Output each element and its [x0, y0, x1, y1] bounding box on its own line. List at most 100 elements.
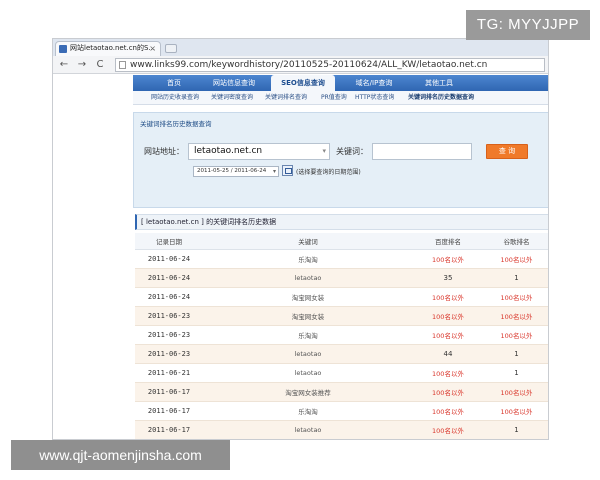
cell-baidu-rank: 100名以外: [413, 249, 483, 269]
column-header-keyword: 关键词: [203, 233, 413, 250]
cell-baidu-rank: 100名以外: [413, 401, 483, 421]
table-row: 2011-06-17 淘宝网女装推荐 100名以外 100名以外: [135, 382, 548, 402]
cell-keyword: letaotao: [203, 420, 413, 439]
tab-title: 网站letaotao.net.cn的S...: [70, 44, 156, 52]
cell-baidu-rank: 44: [413, 344, 483, 364]
date-range-select[interactable]: 2011-05-25 / 2011-06-24 ▾: [193, 166, 279, 177]
cell-date: 2011-06-17: [135, 382, 203, 402]
cell-date: 2011-06-23: [135, 306, 203, 326]
cell-date: 2011-06-17: [135, 420, 203, 439]
cell-keyword: 乐淘淘: [203, 249, 413, 269]
cell-keyword: letaotao: [203, 344, 413, 364]
cell-google-rank: 1: [483, 420, 548, 439]
favicon-icon: [59, 45, 67, 53]
cell-baidu-rank: 100名以外: [413, 325, 483, 345]
site-nav: 首页 网站信息查询 SEO信息查询 域名/IP查询 其他工具: [133, 75, 548, 91]
address-url: www.links99.com/keywordhistory/20110525-…: [130, 60, 488, 70]
address-bar[interactable]: www.links99.com/keywordhistory/20110525-…: [115, 58, 545, 72]
cell-baidu-rank: 100名以外: [413, 382, 483, 402]
cell-baidu-rank: 100名以外: [413, 306, 483, 326]
cell-google-rank: 100名以外: [483, 306, 548, 326]
column-header-date: 记录日期: [135, 233, 203, 250]
calendar-icon[interactable]: [282, 165, 293, 176]
cell-google-rank: 100名以外: [483, 382, 548, 402]
dropdown-arrow-icon: ▾: [322, 147, 326, 155]
column-header-baidu-rank: 百度排名: [413, 233, 483, 250]
back-arrow-icon[interactable]: ←: [57, 57, 71, 73]
watermark-top: TG: MYYJJPP: [466, 10, 590, 40]
site-label: 网站地址：: [144, 147, 184, 156]
subnav-item-rank-history[interactable]: 关键词排名历史数据查询: [408, 91, 474, 105]
cell-google-rank: 1: [483, 363, 548, 383]
site-input-value: letaotao.net.cn: [194, 146, 263, 156]
cell-google-rank: 100名以外: [483, 249, 548, 269]
results-title: [ letaotao.net.cn ] 的关键词排名历史数据: [135, 214, 548, 230]
cell-date: 2011-06-24: [135, 268, 203, 288]
table-row: 2011-06-24 letaotao 35 1: [135, 268, 548, 288]
table-row: 2011-06-23 淘宝网女装 100名以外 100名以外: [135, 306, 548, 326]
results-table: 记录日期 关键词 百度排名 谷歌排名 2011-06-24 乐淘淘 100名以外…: [135, 233, 548, 439]
subnav-item-http-status[interactable]: HTTP状态查询: [355, 91, 394, 105]
tab-bar: 网站letaotao.net.cn的S... ×: [53, 39, 548, 56]
cell-keyword: 乐淘淘: [203, 401, 413, 421]
keyword-label: 关键词：: [336, 147, 368, 156]
nav-item-site-info[interactable]: 网站信息查询: [201, 75, 267, 91]
panel-title: 关键词排名历史数据查询: [140, 120, 212, 128]
browser-tab[interactable]: 网站letaotao.net.cn的S... ×: [55, 41, 161, 56]
cell-google-rank: 1: [483, 268, 548, 288]
cell-keyword: 淘宝网女装: [203, 306, 413, 326]
cell-google-rank: 100名以外: [483, 401, 548, 421]
browser-toolbar: ← → C www.links99.com/keywordhistory/201…: [53, 56, 548, 74]
table-row: 2011-06-17 乐淘淘 100名以外 100名以外: [135, 401, 548, 421]
watermark-bottom: www.qjt-aomenjinsha.com: [11, 440, 230, 470]
reload-icon[interactable]: C: [93, 57, 107, 73]
subnav-item-pr[interactable]: PR值查询: [321, 91, 347, 105]
nav-item-other-tools[interactable]: 其他工具: [413, 75, 465, 91]
date-range-value: 2011-05-25 / 2011-06-24: [197, 168, 267, 174]
sub-nav: 网站历史收录查询 关键词密度查询 关键词排名查询 PR值查询 HTTP状态查询 …: [133, 91, 548, 105]
cell-keyword: letaotao: [203, 363, 413, 383]
nav-item-home[interactable]: 首页: [151, 75, 197, 91]
cell-keyword: 乐淘淘: [203, 325, 413, 345]
cell-google-rank: 100名以外: [483, 325, 548, 345]
table-row: 2011-06-24 淘宝网女装 100名以外 100名以外: [135, 287, 548, 307]
site-input[interactable]: letaotao.net.cn ▾: [188, 143, 330, 160]
forward-arrow-icon[interactable]: →: [75, 57, 89, 73]
table-row: 2011-06-23 乐淘淘 100名以外 100名以外: [135, 325, 548, 345]
cell-baidu-rank: 100名以外: [413, 363, 483, 383]
cell-google-rank: 100名以外: [483, 287, 548, 307]
cell-date: 2011-06-24: [135, 249, 203, 269]
column-header-google-rank: 谷歌排名: [483, 233, 548, 250]
query-button[interactable]: 查 询: [486, 144, 528, 159]
subnav-item-keyword-rank[interactable]: 关键词排名查询: [265, 91, 307, 105]
cell-keyword: 淘宝网女装推荐: [203, 382, 413, 402]
table-row: 2011-06-24 乐淘淘 100名以外 100名以外: [135, 249, 548, 269]
cell-keyword: 淘宝网女装: [203, 287, 413, 307]
table-row: 2011-06-17 letaotao 100名以外 1: [135, 420, 548, 439]
table-row: 2011-06-23 letaotao 44 1: [135, 344, 548, 364]
subnav-item-keyword-density[interactable]: 关键词密度查询: [211, 91, 253, 105]
table-header-row: 记录日期 关键词 百度排名 谷歌排名: [135, 233, 548, 250]
cell-baidu-rank: 35: [413, 268, 483, 288]
cell-keyword: letaotao: [203, 268, 413, 288]
subnav-item-history-index[interactable]: 网站历史收录查询: [151, 91, 199, 105]
cell-date: 2011-06-21: [135, 363, 203, 383]
table-row: 2011-06-21 letaotao 100名以外 1: [135, 363, 548, 383]
keyword-input[interactable]: [372, 143, 472, 160]
cell-date: 2011-06-23: [135, 325, 203, 345]
new-tab-button[interactable]: [165, 44, 177, 53]
cell-date: 2011-06-17: [135, 401, 203, 421]
page-icon: [119, 61, 126, 69]
cell-google-rank: 1: [483, 344, 548, 364]
cell-baidu-rank: 100名以外: [413, 287, 483, 307]
search-panel: 关键词排名历史数据查询 网站地址： letaotao.net.cn ▾ 关键词：…: [133, 112, 548, 208]
cell-baidu-rank: 100名以外: [413, 420, 483, 439]
cell-date: 2011-06-24: [135, 287, 203, 307]
browser-window: 网站letaotao.net.cn的S... × ← → C www.links…: [52, 38, 549, 440]
nav-item-domain-ip[interactable]: 域名/IP查询: [339, 75, 409, 91]
tab-close-icon[interactable]: ×: [149, 42, 156, 55]
chevron-down-icon: ▾: [272, 168, 276, 175]
date-hint: (选择要查询的日期范围): [296, 169, 361, 176]
nav-item-seo-info[interactable]: SEO信息查询: [271, 75, 335, 91]
cell-date: 2011-06-23: [135, 344, 203, 364]
